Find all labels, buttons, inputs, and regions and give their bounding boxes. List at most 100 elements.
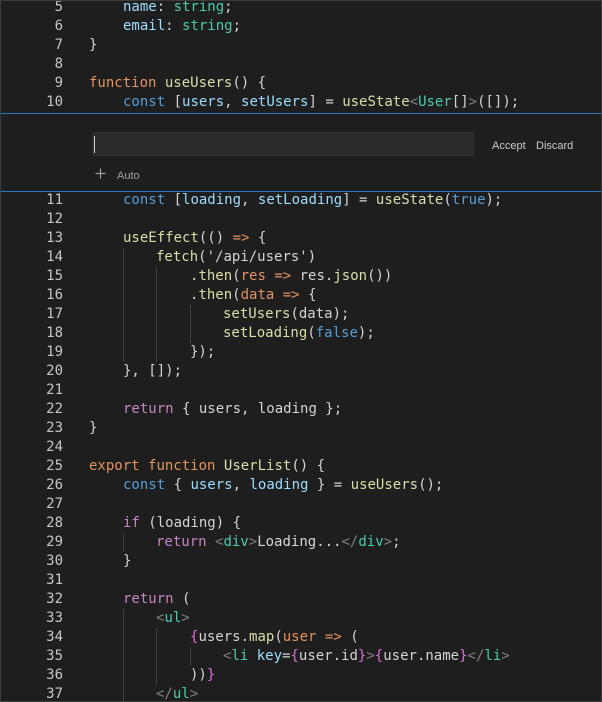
code-line[interactable]: 22 return { users, loading }; bbox=[1, 400, 601, 419]
line-code[interactable]: useEffect(() => { bbox=[123, 229, 266, 248]
code-token: useEffect bbox=[123, 230, 199, 246]
line-code[interactable]: } bbox=[123, 552, 131, 571]
code-line[interactable]: 29 return <div>Loading...</div>; bbox=[1, 533, 601, 552]
line-code[interactable]: export function UserList() { bbox=[89, 457, 325, 476]
line-code[interactable]: .then(res => res.json()) bbox=[190, 267, 392, 286]
model-auto-selector[interactable]: Auto bbox=[117, 170, 140, 182]
code-line[interactable]: 21 bbox=[1, 381, 601, 400]
line-number: 7 bbox=[54, 37, 63, 53]
code-line[interactable]: 28 if (loading) { bbox=[1, 514, 601, 533]
code-token: loading bbox=[182, 192, 242, 208]
code-token: { bbox=[249, 230, 267, 246]
code-line[interactable]: 16 .then(data => { bbox=[1, 286, 601, 305]
code-token: { bbox=[374, 648, 384, 664]
code-token: string bbox=[173, 0, 225, 15]
code-line[interactable]: 33 <ul> bbox=[1, 609, 601, 628]
accept-button[interactable]: Accept bbox=[492, 140, 526, 152]
code-token: return bbox=[156, 534, 207, 550]
line-code[interactable]: {users.map(user => ( bbox=[190, 628, 359, 647]
line-code[interactable]: name: string; bbox=[123, 0, 233, 17]
code-token: ( bbox=[173, 591, 191, 607]
code-token: ( bbox=[232, 287, 241, 303]
line-code[interactable]: }, []); bbox=[123, 362, 182, 381]
line-code[interactable]: function useUsers() { bbox=[89, 74, 266, 93]
code-line[interactable]: 18 setLoading(false); bbox=[1, 324, 601, 343]
line-code[interactable]: }); bbox=[190, 343, 215, 362]
code-line[interactable]: 30} bbox=[1, 552, 601, 571]
code-line[interactable]: 19}); bbox=[1, 343, 601, 362]
code-token: ); bbox=[357, 325, 375, 341]
code-line[interactable]: 36))} bbox=[1, 666, 601, 685]
code-line[interactable]: 5 name: string; bbox=[1, 0, 601, 17]
code-token: UserList bbox=[223, 458, 292, 474]
line-code[interactable]: setUsers(data); bbox=[223, 305, 349, 324]
plus-icon[interactable] bbox=[95, 168, 106, 179]
code-token: > bbox=[366, 648, 375, 664]
indent-guide bbox=[123, 533, 124, 552]
code-token: [ bbox=[165, 192, 183, 208]
code-token: ( bbox=[274, 629, 283, 645]
line-code[interactable]: return { users, loading }; bbox=[123, 400, 342, 419]
code-line[interactable]: 10 const [users, setUsers] = useState<Use… bbox=[1, 93, 601, 112]
code-token: fetch bbox=[156, 249, 199, 265]
line-code[interactable]: const { users, loading } = useUsers(); bbox=[123, 476, 443, 495]
code-token: ; bbox=[392, 534, 401, 550]
line-code[interactable]: setLoading(false); bbox=[223, 324, 375, 343]
code-token: useState bbox=[342, 94, 410, 110]
code-token: user.id bbox=[298, 648, 358, 664]
line-code[interactable]: fetch('/api/users') bbox=[156, 248, 316, 267]
code-line[interactable]: 27 bbox=[1, 495, 601, 514]
code-line[interactable]: 14 fetch('/api/users') bbox=[1, 248, 601, 267]
code-line[interactable]: 17 setUsers(data); bbox=[1, 305, 601, 324]
line-number: 15 bbox=[46, 268, 63, 284]
code-line[interactable]: 23} bbox=[1, 419, 601, 438]
line-code[interactable]: if (loading) { bbox=[123, 514, 241, 533]
code-token: div bbox=[358, 534, 384, 550]
code-line[interactable]: 6 email: string; bbox=[1, 17, 601, 36]
line-code[interactable]: const [users, setUsers] = useState<User[… bbox=[123, 93, 519, 112]
line-code[interactable]: </ul> bbox=[156, 685, 198, 701]
code-token: < bbox=[409, 94, 419, 110]
code-token: email bbox=[123, 18, 166, 34]
discard-button[interactable]: Discard bbox=[536, 140, 573, 152]
code-line[interactable]: 15 .then(res => res.json()) bbox=[1, 267, 601, 286]
code-line[interactable]: 11 const [loading, setLoading] = useState… bbox=[1, 191, 601, 210]
code-line[interactable]: 7} bbox=[1, 36, 601, 55]
line-code[interactable]: email: string; bbox=[123, 17, 241, 36]
code-token: } bbox=[123, 553, 132, 569]
line-code[interactable]: } bbox=[89, 419, 97, 438]
code-line[interactable]: 8 bbox=[1, 55, 601, 74]
line-code[interactable]: return <div>Loading...</div>; bbox=[156, 533, 401, 552]
code-line[interactable]: 25 export function UserList() { bbox=[1, 457, 601, 476]
code-token: return bbox=[123, 591, 174, 607]
code-line[interactable]: 20}, []); bbox=[1, 362, 601, 381]
code-line[interactable]: 31 bbox=[1, 571, 601, 590]
code-line[interactable]: 37 </ul> bbox=[1, 685, 601, 701]
line-code[interactable]: <li key={user.id}>{user.name}</li> bbox=[223, 647, 510, 666]
prompt-input[interactable] bbox=[92, 132, 474, 156]
code-token: : bbox=[165, 18, 183, 34]
line-code[interactable]: return ( bbox=[123, 590, 190, 609]
indent-guide bbox=[123, 609, 124, 628]
line-code[interactable]: ))} bbox=[190, 666, 215, 685]
line-code[interactable]: <ul> bbox=[156, 609, 190, 628]
code-token: , bbox=[224, 94, 242, 110]
code-token: useState bbox=[375, 192, 444, 208]
code-line[interactable]: 24 bbox=[1, 438, 601, 457]
code-line[interactable]: 34 {users.map(user => ( bbox=[1, 628, 601, 647]
indent-guide bbox=[123, 324, 124, 343]
line-number: 22 bbox=[46, 401, 63, 417]
code-editor[interactable]: 5 name: string; 6 email: string; 7} 8 9 fun… bbox=[0, 0, 602, 702]
code-line[interactable]: 26 const { users, loading } = useUsers(); bbox=[1, 476, 601, 495]
code-line[interactable]: 32 return ( bbox=[1, 590, 601, 609]
code-line[interactable]: 13 useEffect(() => { bbox=[1, 229, 601, 248]
line-code[interactable]: .then(data => { bbox=[190, 286, 316, 305]
code-line[interactable]: 35 <li key={user.id}>{user.name}</li> bbox=[1, 647, 601, 666]
code-line[interactable]: 12 bbox=[1, 210, 601, 229]
code-token: (data); bbox=[290, 306, 350, 322]
code-line[interactable]: 9 function useUsers() { bbox=[1, 74, 601, 93]
line-code[interactable]: const [loading, setLoading] = useState(t… bbox=[123, 191, 502, 210]
line-code[interactable]: } bbox=[89, 36, 97, 55]
code-token: ); bbox=[485, 192, 503, 208]
